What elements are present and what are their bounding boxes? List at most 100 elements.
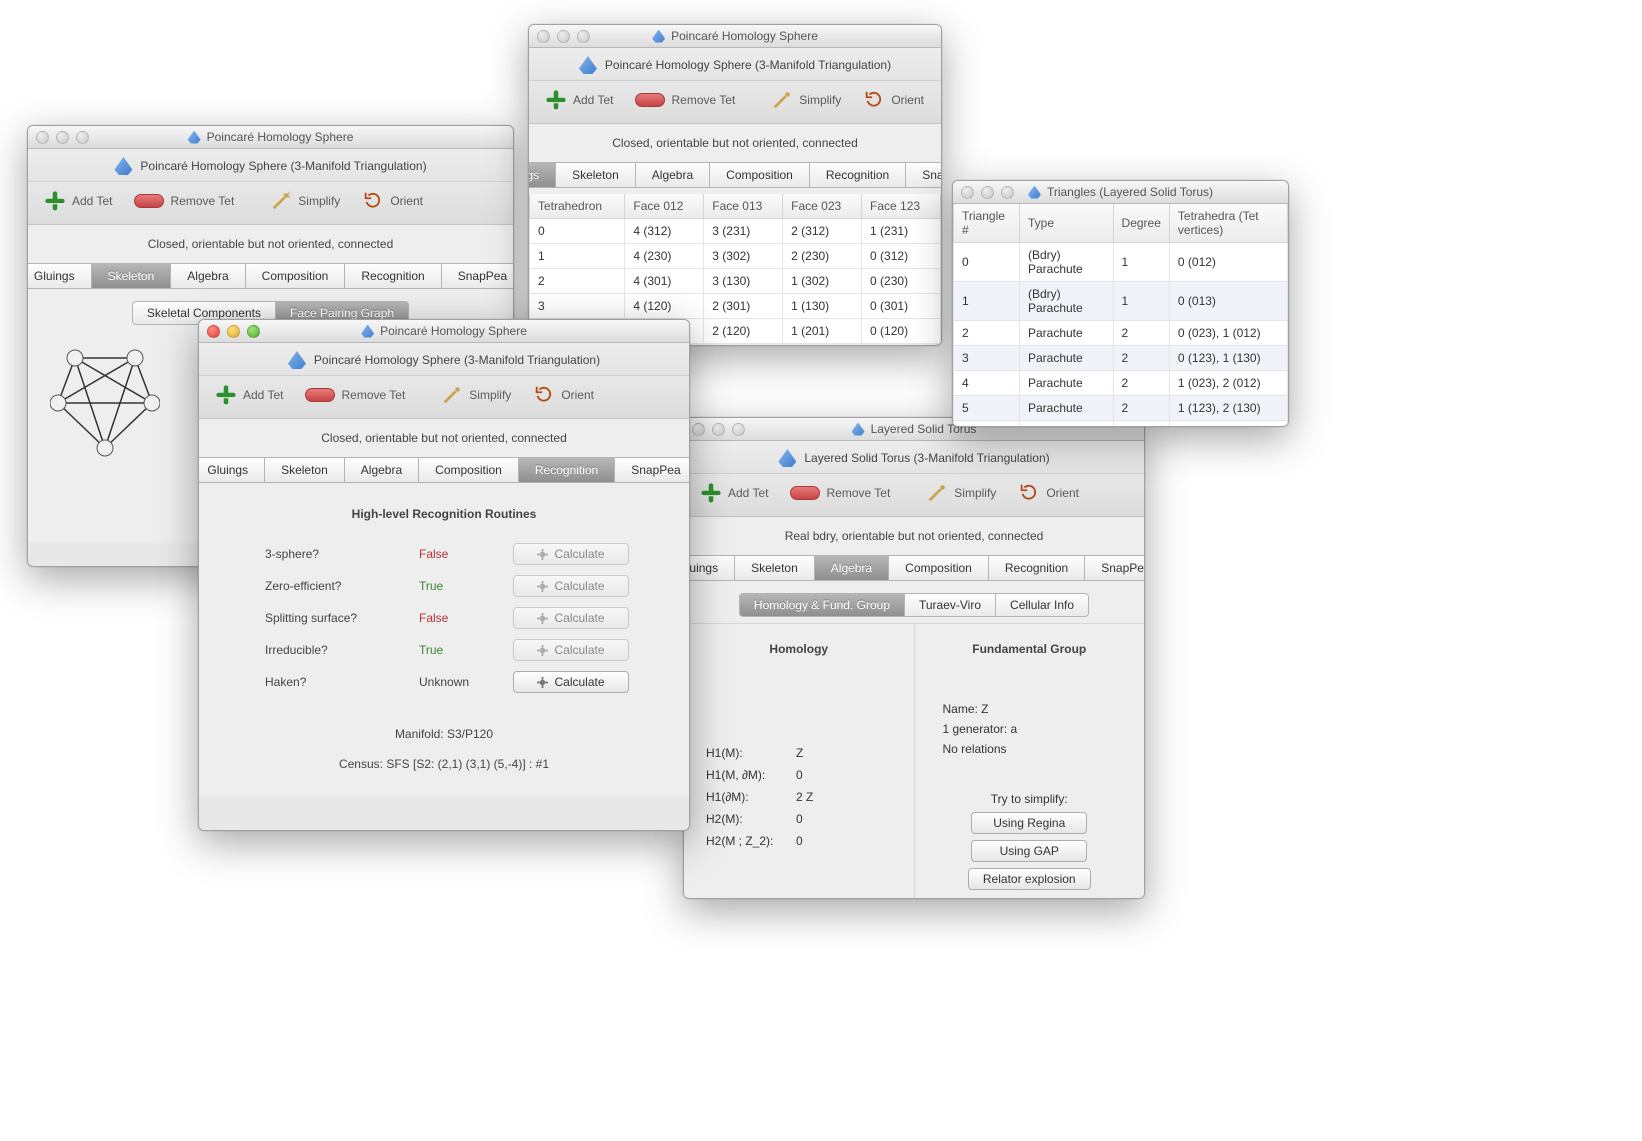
table-cell[interactable]: 1 (130) [783, 294, 862, 319]
tab-algebra[interactable]: Algebra [635, 162, 709, 188]
simplify-button[interactable]: Simplify [767, 87, 845, 113]
simplify-button[interactable]: Simplify [266, 188, 344, 214]
table-cell[interactable]: 2 [530, 269, 625, 294]
orient-button[interactable]: Orient [358, 188, 427, 214]
table-row[interactable]: 34 (120)2 (301)1 (130)0 (301) [530, 294, 941, 319]
table-cell[interactable]: 0 (301) [862, 294, 941, 319]
table-row[interactable]: 3Parachute20 (123), 1 (130) [954, 346, 1288, 371]
add-tet-button[interactable]: Add Tet [696, 480, 772, 506]
tab-snappea[interactable]: SnapPea [1084, 555, 1145, 581]
triangles-table[interactable]: Triangle #TypeDegreeTetrahedra (Tet vert… [953, 204, 1288, 427]
tab-gluings[interactable]: Gluings [198, 457, 264, 483]
table-cell[interactable]: 2 (230) [783, 244, 862, 269]
table-row[interactable]: 4Parachute21 (023), 2 (012) [954, 371, 1288, 396]
subtab-turaev-viro[interactable]: Turaev-Viro [904, 593, 995, 617]
remove-tet-button[interactable]: Remove Tet [631, 91, 739, 109]
table-cell[interactable]: 2 (312) [783, 219, 862, 244]
table-cell[interactable]: 2 (120) [704, 319, 783, 344]
tab-snappea[interactable]: SnapPea [441, 263, 514, 289]
tab-algebra[interactable]: Algebra [814, 555, 888, 581]
add-tet-button[interactable]: Add Tet [211, 382, 287, 408]
add-tet-button[interactable]: Add Tet [541, 87, 617, 113]
simplify-using-regina-button[interactable]: Using Regina [971, 812, 1087, 834]
simplify-button[interactable]: Simplify [437, 382, 515, 408]
table-cell[interactable]: 0 (120) [862, 319, 941, 344]
table-row[interactable]: 2Parachute20 (023), 1 (012) [954, 321, 1288, 346]
table-row[interactable]: 24 (301)3 (130)1 (302)0 (230) [530, 269, 941, 294]
tab-algebra[interactable]: Algebra [344, 457, 418, 483]
table-cell[interactable]: 3 [530, 294, 625, 319]
table-row[interactable]: 1(Bdry) Parachute10 (013) [954, 282, 1288, 321]
tab-snappea[interactable]: SnapPea [905, 162, 942, 188]
subtab-cellular-info[interactable]: Cellular Info [995, 593, 1089, 617]
relator-explosion-button[interactable]: Relator explosion [968, 868, 1091, 890]
minimize-icon[interactable] [981, 186, 994, 199]
add-tet-button[interactable]: Add Tet [40, 188, 116, 214]
table-cell[interactable]: 4 (230) [625, 244, 704, 269]
minimize-icon[interactable] [712, 423, 725, 436]
remove-tet-button[interactable]: Remove Tet [786, 484, 894, 502]
remove-tet-button[interactable]: Remove Tet [130, 192, 238, 210]
close-icon[interactable] [207, 325, 220, 338]
table-cell[interactable]: 1 [530, 244, 625, 269]
table-row[interactable]: 5Parachute21 (123), 2 (130) [954, 396, 1288, 421]
tab-composition[interactable]: Composition [888, 555, 988, 581]
titlebar[interactable]: Poincaré Homology Sphere [529, 25, 941, 48]
zoom-icon[interactable] [1001, 186, 1014, 199]
table-cell[interactable]: 3 (130) [704, 269, 783, 294]
tab-recognition[interactable]: Recognition [344, 263, 440, 289]
table-cell[interactable]: 3 (302) [704, 244, 783, 269]
close-icon[interactable] [692, 423, 705, 436]
tab-skeleton[interactable]: Skeleton [91, 263, 171, 289]
table-row[interactable]: 04 (312)3 (231)2 (312)1 (231) [530, 219, 941, 244]
orient-button[interactable]: Orient [529, 382, 598, 408]
tab-gluings[interactable]: Gluings [528, 162, 555, 188]
tab-recognition[interactable]: Recognition [518, 457, 614, 483]
zoom-icon[interactable] [732, 423, 745, 436]
close-icon[interactable] [36, 131, 49, 144]
tab-composition[interactable]: Composition [418, 457, 518, 483]
tab-skeleton[interactable]: Skeleton [734, 555, 814, 581]
tab-gluings[interactable]: Gluings [27, 263, 91, 289]
titlebar[interactable]: Triangles (Layered Solid Torus) [953, 181, 1288, 204]
tab-composition[interactable]: Composition [709, 162, 809, 188]
table-cell[interactable]: 0 [530, 219, 625, 244]
table-cell[interactable]: 1 (201) [783, 319, 862, 344]
table-row[interactable]: 0(Bdry) Parachute10 (012) [954, 243, 1288, 282]
remove-tet-button[interactable]: Remove Tet [301, 386, 409, 404]
table-cell[interactable]: 4 (120) [625, 294, 704, 319]
zoom-icon[interactable] [577, 30, 590, 43]
simplify-using-gap-button[interactable]: Using GAP [971, 840, 1087, 862]
table-cell[interactable]: 0 (312) [862, 244, 941, 269]
tab-composition[interactable]: Composition [245, 263, 345, 289]
window-triangles[interactable]: Triangles (Layered Solid Torus) Triangle… [952, 180, 1289, 427]
table-cell[interactable]: 0 (230) [862, 269, 941, 294]
minimize-icon[interactable] [227, 325, 240, 338]
titlebar[interactable]: Poincaré Homology Sphere [28, 126, 513, 149]
orient-button[interactable]: Orient [859, 87, 928, 113]
table-row[interactable]: 14 (230)3 (302)2 (230)0 (312) [530, 244, 941, 269]
orient-button[interactable]: Orient [1014, 480, 1083, 506]
table-cell[interactable]: 1 (302) [783, 269, 862, 294]
tab-skeleton[interactable]: Skeleton [555, 162, 635, 188]
table-cell[interactable]: 4 (312) [625, 219, 704, 244]
tab-recognition[interactable]: Recognition [809, 162, 905, 188]
zoom-icon[interactable] [247, 325, 260, 338]
minimize-icon[interactable] [56, 131, 69, 144]
titlebar[interactable]: Poincaré Homology Sphere [199, 320, 689, 343]
minimize-icon[interactable] [557, 30, 570, 43]
subtab-homology-fund-group[interactable]: Homology & Fund. Group [739, 593, 904, 617]
window-poincare-recognition[interactable]: Poincaré Homology Sphere Poincaré Homolo… [198, 319, 690, 831]
zoom-icon[interactable] [76, 131, 89, 144]
calculate-button[interactable]: Calculate [513, 671, 629, 693]
table-row[interactable]: 6Parachute22 (023), 3 (013) [954, 421, 1288, 428]
close-icon[interactable] [537, 30, 550, 43]
tab-skeleton[interactable]: Skeleton [264, 457, 344, 483]
window-layered-solid-torus-algebra[interactable]: Layered Solid Torus Layered Solid Torus … [683, 417, 1145, 899]
table-cell[interactable]: 4 (301) [625, 269, 704, 294]
tab-snappea[interactable]: SnapPea [614, 457, 690, 483]
tab-gluings[interactable]: Gluings [683, 555, 734, 581]
table-cell[interactable]: 3 (231) [704, 219, 783, 244]
close-icon[interactable] [961, 186, 974, 199]
window-poincare-gluings[interactable]: Poincaré Homology Sphere Poincaré Homolo… [528, 24, 942, 346]
